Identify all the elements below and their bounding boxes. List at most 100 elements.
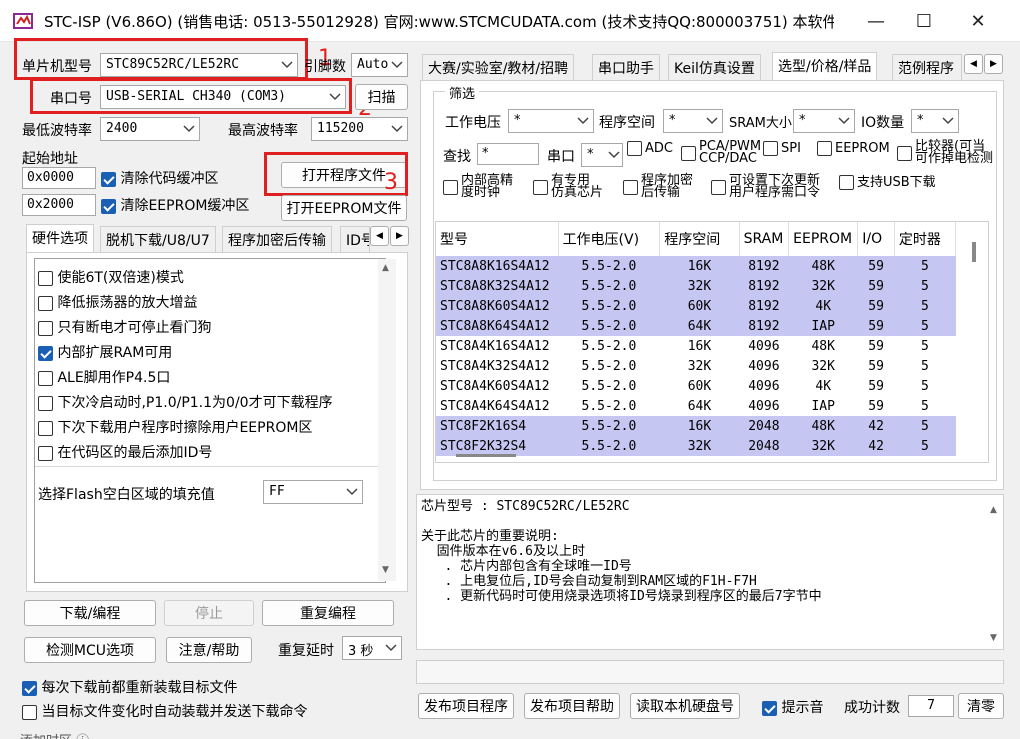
tab-selection-price[interactable]: 选型/价格/样品: [772, 52, 878, 80]
background-text: 添加时区 ⓘ: [20, 730, 89, 739]
table-header-cell[interactable]: I/O: [857, 222, 895, 256]
read-disk-id-button[interactable]: 读取本机硬盘号: [630, 693, 740, 719]
table-cell: 4096: [748, 358, 780, 374]
feature-filter-checkbox[interactable]: 可设置下次更新 用户程序需口令: [711, 174, 820, 199]
scroll-up-icon[interactable]: ▲: [382, 263, 389, 273]
feature-filter-checkbox[interactable]: 比较器(可当 可作掉电检测: [897, 140, 993, 165]
table-row[interactable]: STC8A4K16S4A12 5.5-2.0 16K 4096 48K 59 5: [436, 336, 956, 356]
hardware-option-checkbox[interactable]: 降低振荡器的放大增益: [38, 292, 197, 312]
table-row[interactable]: STC8A4K60S4A12 5.5-2.0 60K 4096 4K 59 5: [436, 376, 956, 396]
uart-select[interactable]: *: [581, 143, 623, 167]
scan-button[interactable]: 扫描: [355, 84, 408, 110]
hardware-option-checkbox[interactable]: 下次下载用户程序时擦除用户EEPROM区: [38, 417, 312, 437]
table-row[interactable]: STC8A4K32S4A12 5.5-2.0 32K 4096 32K 59 5: [436, 356, 956, 376]
close-button[interactable]: ✕: [948, 0, 1008, 42]
io-count-select[interactable]: *: [911, 109, 959, 133]
detect-mcu-button[interactable]: 检测MCU选项: [24, 637, 156, 663]
tab-id[interactable]: ID号: [340, 226, 370, 252]
chevron-down-icon: [706, 117, 718, 125]
table-row[interactable]: STC8A8K64S4A12 5.5-2.0 64K 8192 IAP 59 5: [436, 316, 956, 336]
scroll-down-icon[interactable]: ▼: [990, 633, 997, 643]
checkbox-icon: [711, 179, 726, 195]
reload-checkbox[interactable]: 每次下载前都重新装载目标文件: [22, 677, 237, 697]
table-cell: STC8F2K32S4: [440, 438, 527, 454]
table-header-cell[interactable]: EEPROM: [788, 222, 859, 256]
chip-info-line: . 更新代码时可使用烧录选项将ID号烧录到程序区的最后7字节中: [421, 589, 822, 604]
min-baud-select[interactable]: 2400: [100, 117, 200, 141]
eeprom-address-input[interactable]: 0x2000: [22, 194, 96, 216]
publish-project-button[interactable]: 发布项目程序: [418, 693, 514, 719]
beep-checkbox[interactable]: 提示音: [762, 697, 823, 717]
table-row[interactable]: STC8F2K32S4 5.5-2.0 32K 2048 32K 42 5: [436, 436, 956, 456]
table-vscroll-thumb[interactable]: [972, 242, 976, 262]
feature-filter-checkbox[interactable]: SPI: [763, 141, 801, 156]
tab-scroll-right-button[interactable]: ▶: [984, 54, 1003, 74]
table-header-cell[interactable]: 定时器: [894, 222, 957, 256]
table-row[interactable]: STC8A8K32S4A12 5.5-2.0 32K 8192 32K 59 5: [436, 276, 956, 296]
stop-button[interactable]: 停止: [164, 600, 254, 626]
hardware-option-checkbox[interactable]: ALE脚用作P4.5口: [38, 367, 170, 387]
table-row[interactable]: STC8A8K16S4A12 5.5-2.0 16K 8192 48K 59 5: [436, 256, 956, 276]
help-button[interactable]: 注意/帮助: [166, 637, 252, 663]
tab-scroll-left-button[interactable]: ◀: [370, 226, 389, 246]
tab-offline-download[interactable]: 脱机下载/U8/U7: [100, 226, 216, 252]
program-space-select[interactable]: *: [663, 109, 723, 133]
tab-competition[interactable]: 大赛/实验室/教材/招聘: [422, 54, 575, 80]
repeat-delay-select[interactable]: 3 秒: [342, 636, 402, 660]
tab-example-programs[interactable]: 范例程序: [892, 54, 962, 80]
feature-filter-checkbox[interactable]: 支持USB下载: [839, 175, 936, 190]
table-hscroll-thumb[interactable]: [456, 454, 516, 457]
table-cell: IAP: [811, 318, 835, 334]
scroll-down-icon[interactable]: ▼: [382, 565, 389, 575]
find-label: 查找: [443, 149, 471, 165]
checkbox-icon: [101, 171, 116, 187]
min-baud-value: 2400: [106, 121, 138, 136]
table-cell: 5: [921, 418, 929, 434]
find-input[interactable]: *: [477, 143, 539, 165]
scroll-up-icon[interactable]: ▲: [990, 505, 997, 515]
table-row[interactable]: STC8F2K16S4 5.5-2.0 16K 2048 48K 42 5: [436, 416, 956, 436]
table-header-cell[interactable]: 工作电压(V): [558, 222, 661, 256]
table-header-cell[interactable]: 程序空间: [659, 222, 740, 256]
tab-encrypted-transfer[interactable]: 程序加密后传输: [222, 226, 332, 252]
open-eeprom-file-button[interactable]: 打开EEPROM文件: [281, 195, 407, 221]
hardware-option-checkbox[interactable]: 内部扩展RAM可用: [38, 342, 172, 362]
hardware-option-checkbox[interactable]: 下次冷启动时,P1.0/P1.1为0/0才可下载程序: [38, 392, 333, 412]
tab-scroll-left-button[interactable]: ◀: [964, 54, 983, 74]
feature-filter-checkbox[interactable]: EEPROM: [817, 141, 890, 156]
tab-hardware-options[interactable]: 硬件选项: [26, 224, 94, 252]
feature-filter-checkbox[interactable]: PCA/PWM CCP/DAC: [681, 140, 761, 165]
table-row[interactable]: STC8A8K60S4A12 5.5-2.0 60K 8192 4K 59 5: [436, 296, 956, 316]
table-cell: 5.5-2.0: [581, 278, 637, 294]
clear-eeprom-checkbox[interactable]: 清除EEPROM缓冲区: [101, 195, 249, 215]
fill-value-select[interactable]: FF: [263, 480, 363, 504]
feature-filter-checkbox[interactable]: 程序加密 后传输: [623, 174, 693, 199]
feature-filter-checkbox[interactable]: 内部高精 度时钟: [443, 174, 513, 199]
tab-scroll-right-button[interactable]: ▶: [390, 226, 409, 246]
hardware-option-checkbox[interactable]: 在代码区的最后添加ID号: [38, 442, 212, 462]
table-row[interactable]: STC8A4K64S4A12 5.5-2.0 64K 4096 IAP 59 5: [436, 396, 956, 416]
hardware-option-checkbox[interactable]: 只有断电才可停止看门狗: [38, 317, 211, 337]
publish-help-button[interactable]: 发布项目帮助: [524, 693, 620, 719]
download-program-button[interactable]: 下载/编程: [24, 600, 156, 626]
clear-code-checkbox[interactable]: 清除代码缓冲区: [101, 168, 218, 188]
pin-count-select[interactable]: Auto: [351, 53, 408, 77]
table-header-cell[interactable]: SRAM: [739, 222, 790, 256]
feature-filter-checkbox[interactable]: 有专用 仿真芯片: [533, 174, 603, 199]
hardware-option-checkbox[interactable]: 使能6T(双倍速)模式: [38, 267, 184, 287]
minimize-button[interactable]: —: [852, 0, 900, 42]
auto-reload-checkbox[interactable]: 当目标文件变化时自动装载并发送下载命令: [22, 701, 307, 721]
maximize-button[interactable]: ☐: [900, 0, 948, 42]
feature-filter-checkbox[interactable]: ADC: [627, 141, 673, 156]
voltage-select[interactable]: *: [508, 109, 594, 133]
table-header-cell[interactable]: 型号: [436, 222, 559, 256]
tab-keil-settings[interactable]: Keil仿真设置: [668, 54, 761, 80]
options-scrollbar[interactable]: ▲ ▼: [378, 259, 396, 581]
repeat-program-button[interactable]: 重复编程: [262, 600, 394, 626]
tab-serial-assistant[interactable]: 串口助手: [592, 54, 660, 80]
clear-count-button[interactable]: 清零: [958, 693, 1004, 719]
chip-table[interactable]: 型号 工作电压(V) 程序空间 SRAM EEPROM I/O 定时器 STC8A8K16S…: [435, 221, 989, 463]
code-address-input[interactable]: 0x0000: [22, 167, 96, 189]
max-baud-select[interactable]: 115200: [311, 117, 408, 141]
sram-select[interactable]: *: [793, 109, 855, 133]
